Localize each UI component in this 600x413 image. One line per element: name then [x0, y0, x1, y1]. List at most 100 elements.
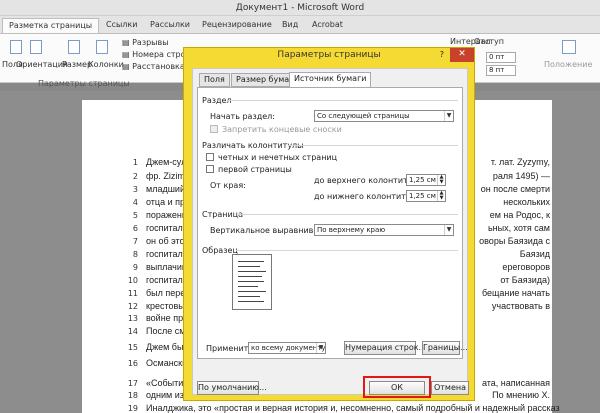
orientation-button[interactable]: Ориентация	[16, 60, 68, 69]
tab-acrobat[interactable]: Acrobat	[306, 18, 349, 33]
spacing-label: Интервал	[450, 37, 491, 46]
margins-icon[interactable]	[10, 40, 22, 54]
ribbon-tabs: Разметка страницы Ссылки Рассылки Реценз…	[0, 16, 600, 33]
first-page-label: первой страницы	[218, 165, 292, 174]
title-bar: Документ1 - Microsoft Word	[0, 0, 600, 16]
header-distance-input[interactable]: 1,25 см ▲ ▼	[406, 174, 446, 186]
line-number: 3	[132, 185, 138, 194]
apply-select[interactable]: ко всему документу ▼	[248, 342, 326, 354]
page-setup-group-label: Параметры страницы	[38, 79, 130, 88]
line-text-right: раля 1495) —	[492, 171, 550, 181]
headers-divider	[288, 145, 458, 146]
first-page-checkbox[interactable]	[206, 165, 214, 173]
line-number: 12	[127, 302, 138, 311]
chevron-down-icon: ▼	[444, 225, 453, 235]
from-edge-label: От края:	[210, 181, 246, 190]
line-number: 15	[127, 343, 138, 352]
size-icon[interactable]	[68, 40, 80, 54]
cancel-button[interactable]: Отмена	[431, 381, 469, 395]
footer-distance-value: 1,25 см	[409, 192, 436, 200]
breaks-button[interactable]: ▤ Разрывы	[122, 38, 169, 47]
suppress-endnotes-checkbox[interactable]	[210, 125, 218, 133]
line-text-right: ем на Родос, к	[489, 210, 550, 220]
line-text-right: По мнению Х.	[492, 390, 550, 400]
line-numbers-label: Номера строк	[132, 50, 191, 59]
columns-button[interactable]: Колонки	[88, 60, 124, 69]
tab-view[interactable]: Вид	[276, 18, 304, 33]
line-text-right: нескольких	[503, 197, 550, 207]
position-button[interactable]: Положение	[544, 60, 592, 69]
tab-mailings[interactable]: Рассылки	[144, 18, 196, 33]
line-number: 7	[132, 237, 138, 246]
line-text-right: ьных, хотя сам	[487, 223, 550, 233]
line-text-left: госпиталь	[146, 249, 188, 259]
close-button[interactable]: ✕	[450, 48, 474, 62]
breaks-label: Разрывы	[132, 38, 169, 47]
spacing-after-input[interactable]: 8 пт	[486, 65, 516, 76]
valign-value: По верхнему краю	[317, 226, 386, 234]
line-numbers-button[interactable]: Нумерация строк...	[344, 341, 426, 355]
line-number: 19	[127, 404, 138, 413]
header-distance-value: 1,25 см	[409, 176, 436, 184]
position-icon[interactable]	[562, 40, 576, 54]
tab-margins[interactable]: Поля	[199, 73, 230, 87]
line-text-right: участвовать в	[491, 301, 550, 311]
line-text-left: войне про	[146, 313, 189, 323]
tab-review[interactable]: Рецензирование	[196, 18, 278, 33]
apply-value: ко всему документу	[251, 344, 326, 352]
dialog-body: Поля Размер бумаги Источник бумаги Разде…	[192, 68, 469, 398]
line-text-right: бещание начать	[481, 288, 550, 298]
odd-even-checkbox[interactable]	[206, 153, 214, 161]
spinner-icon[interactable]: ▲ ▼	[437, 191, 445, 201]
orientation-icon[interactable]	[30, 40, 42, 54]
line-number: 5	[132, 211, 138, 220]
chevron-down-icon: ▼	[444, 111, 453, 121]
line-text-left: госпиталь	[146, 275, 188, 285]
columns-icon[interactable]	[96, 40, 108, 54]
breaks-icon: ▤	[122, 38, 133, 47]
line-text-right: т. лат. Zyzymy,	[490, 157, 550, 167]
line-text-right: ереговоров	[502, 262, 550, 272]
line-number: 18	[127, 391, 138, 400]
tab-page-layout[interactable]: Разметка страницы	[2, 18, 100, 33]
line-text-right: Баязид	[519, 249, 550, 259]
line-text-left: крестовы	[146, 301, 185, 311]
line-text-right: оворы Баязида с	[479, 236, 550, 246]
hyphenation-button[interactable]: ▤ Расстановка п	[122, 62, 193, 71]
line-text-left: Османски	[146, 358, 188, 368]
tab-paper-source[interactable]: Источник бумаги	[289, 72, 372, 88]
line-text-left: поражени	[146, 210, 187, 220]
spacing-before-input[interactable]: 0 пт	[486, 52, 516, 63]
hyphenation-icon: ▤	[122, 62, 133, 71]
chevron-down-icon: ▼	[316, 343, 325, 353]
line-number: 8	[132, 250, 138, 259]
suppress-endnotes-label: Запретить концевые сноски	[222, 125, 342, 134]
line-text-left: выплачив	[146, 262, 187, 272]
start-section-select[interactable]: Со следующей страницы ▼	[314, 110, 454, 122]
start-section-value: Со следующей страницы	[317, 112, 410, 120]
line-number: 16	[127, 359, 138, 368]
window-title: Документ1 - Microsoft Word	[235, 3, 365, 13]
sample-divider	[236, 250, 458, 251]
line-text-right: ата, написанная	[481, 378, 550, 388]
spinner-icon[interactable]: ▲ ▼	[437, 175, 445, 185]
borders-button[interactable]: Границы...	[422, 341, 468, 355]
line-text-left: госпиталь	[146, 223, 188, 233]
odd-even-label: четных и нечетных страниц	[218, 153, 338, 162]
paper-source-panel: Раздел Начать раздел: Со следующей стран…	[197, 87, 468, 359]
line-number: 17	[127, 379, 138, 388]
default-button[interactable]: По умолчанию...	[197, 381, 267, 395]
line-number: 10	[127, 276, 138, 285]
line-number: 14	[127, 327, 138, 336]
valign-select[interactable]: По верхнему краю ▼	[314, 224, 454, 236]
line-numbers-button[interactable]: ▤ Номера строк	[122, 50, 190, 59]
line-text-left: младший	[146, 184, 185, 194]
footer-distance-input[interactable]: 1,25 см ▲ ▼	[406, 190, 446, 202]
line-text-left: одним из	[146, 390, 184, 400]
page-heading: Страница	[202, 210, 244, 219]
tab-references[interactable]: Ссылки	[100, 18, 143, 33]
ok-button[interactable]: ОК	[369, 381, 425, 395]
line-text-right: от Баязида)	[500, 275, 550, 285]
line-text-right: он после смерти	[480, 184, 550, 194]
help-icon[interactable]: ?	[440, 50, 444, 59]
